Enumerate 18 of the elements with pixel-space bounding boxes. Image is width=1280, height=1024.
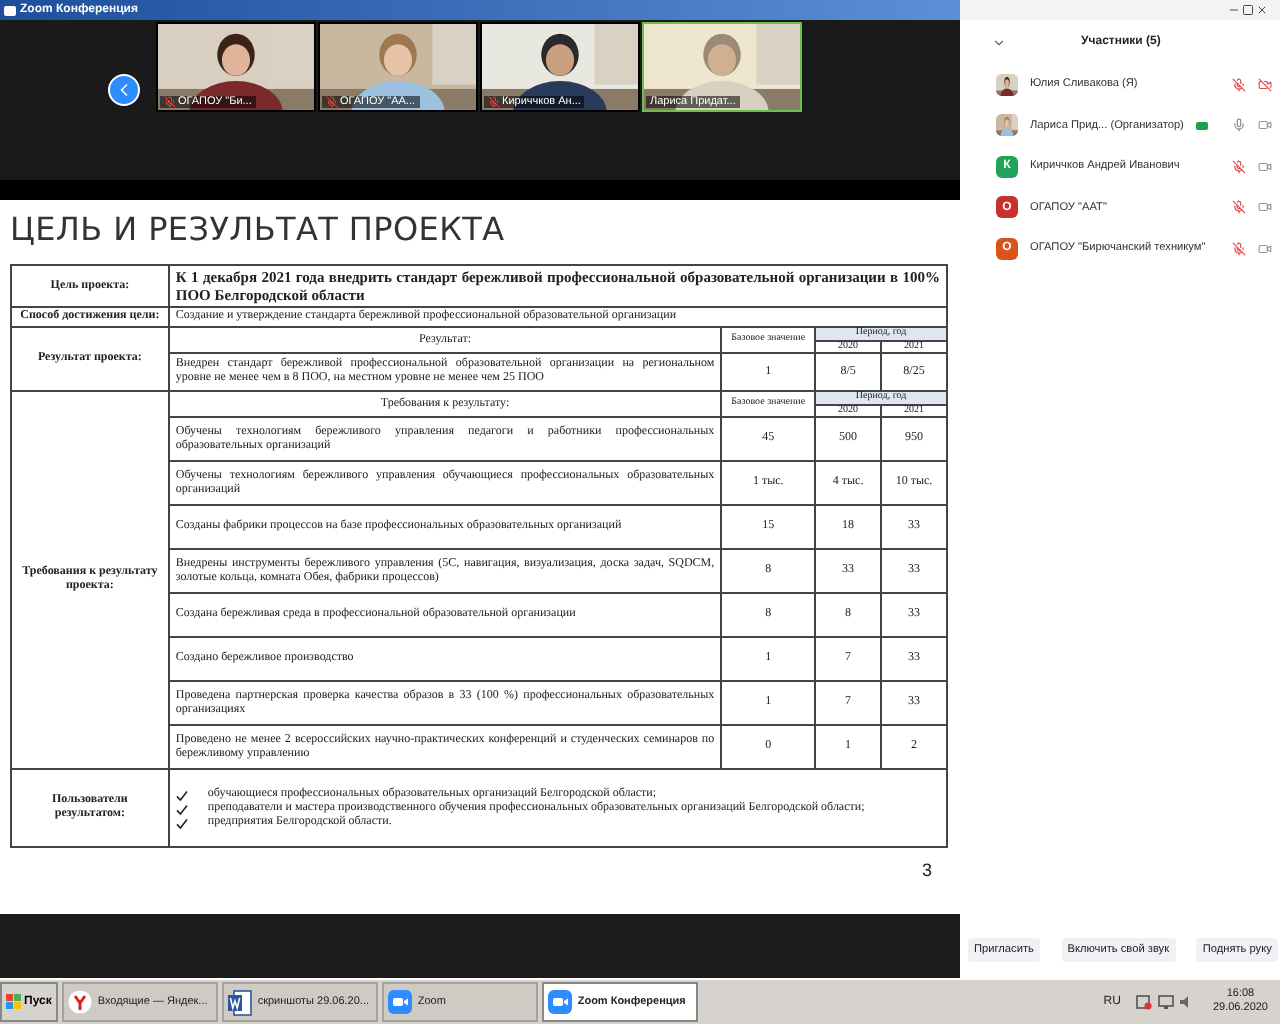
- collapse-icon[interactable]: [992, 35, 1006, 49]
- tray-icon[interactable]: [1136, 994, 1153, 1010]
- back-button[interactable]: [108, 74, 140, 106]
- muted-microphone-icon[interactable]: [1231, 200, 1246, 215]
- muted-microphone-icon[interactable]: [1231, 159, 1246, 174]
- video-off-icon[interactable]: [1257, 77, 1272, 92]
- microphone-icon[interactable]: [1231, 118, 1246, 133]
- speaker-icon[interactable]: [1180, 994, 1193, 1010]
- maximize-icon[interactable]: [1242, 4, 1254, 16]
- browser-icon: [67, 990, 92, 1014]
- document-icon: [227, 989, 252, 1015]
- windows-logo-icon: [6, 994, 22, 1010]
- muted-microphone-icon[interactable]: [1231, 77, 1246, 92]
- muted-microphone-icon[interactable]: [1231, 241, 1246, 256]
- close-icon[interactable]: [1256, 4, 1268, 16]
- network-icon[interactable]: [1158, 994, 1175, 1010]
- slide-title: ЦЕЛЬ И РЕЗУЛЬТАТ ПРОЕКТА: [10, 210, 507, 248]
- page-number: 3: [921, 860, 932, 880]
